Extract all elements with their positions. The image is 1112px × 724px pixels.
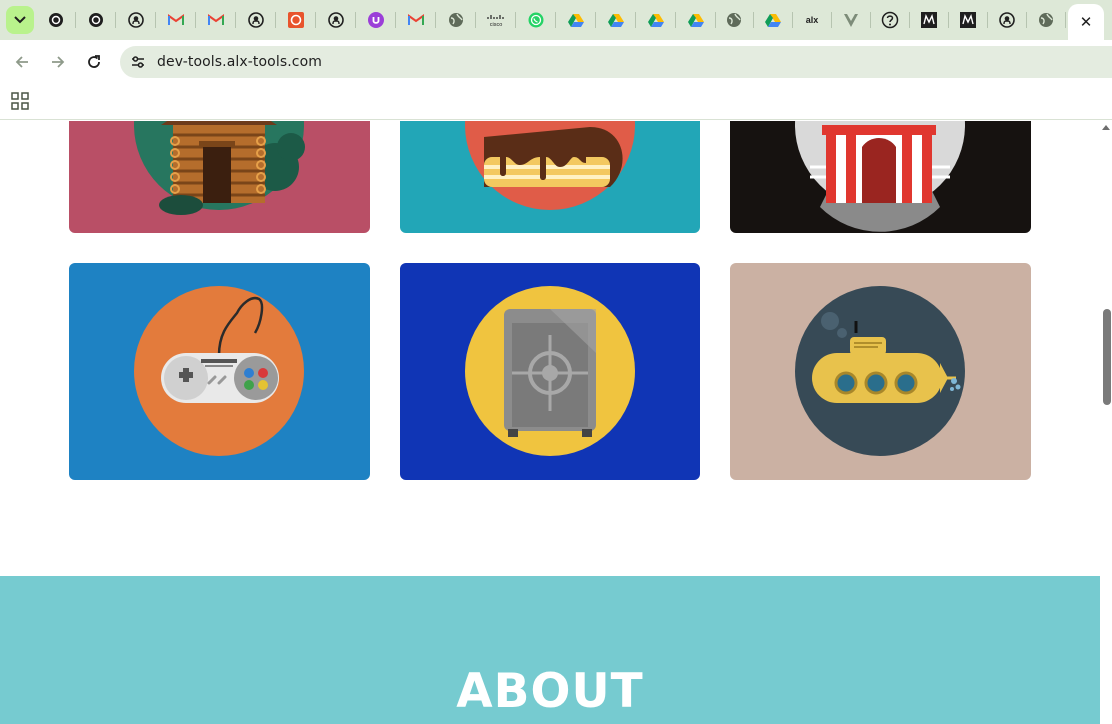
tab-globe-1[interactable]: [436, 0, 476, 40]
gmail-icon: [168, 14, 184, 25]
game-controller-illustration: [69, 263, 370, 480]
tab-medium-2[interactable]: [948, 0, 988, 40]
scroll-thumb[interactable]: [1103, 309, 1111, 405]
openai-icon: [49, 13, 63, 27]
arrow-left-icon: [15, 56, 28, 68]
medium-icon: [921, 12, 937, 28]
site-info-button[interactable]: [126, 50, 150, 74]
google-drive-icon: [688, 14, 704, 27]
cake-illustration: [400, 121, 700, 233]
tab-orange-app[interactable]: [276, 0, 316, 40]
github-icon: [128, 12, 144, 28]
google-drive-icon: [608, 14, 624, 27]
vue-like-icon: [844, 14, 858, 27]
tab-globe-2[interactable]: [714, 0, 754, 40]
page-scrollbar[interactable]: [1100, 121, 1112, 724]
openai-icon: [89, 13, 103, 27]
browser-toolbar: dev-tools.alx-tools.com: [0, 40, 1112, 84]
github-icon: [248, 12, 264, 28]
active-tab[interactable]: ✕: [1068, 4, 1104, 40]
cisco-icon: cisco: [487, 15, 504, 27]
tab-whatsapp[interactable]: [516, 0, 556, 40]
globe-icon: [449, 13, 463, 27]
back-button[interactable]: [8, 48, 36, 76]
google-drive-icon: [648, 14, 664, 27]
tab-github-1[interactable]: [116, 0, 156, 40]
reload-icon: [88, 55, 100, 68]
tab-search-button[interactable]: [6, 6, 34, 34]
tab-help[interactable]: [870, 0, 910, 40]
about-title: ABOUT: [456, 664, 644, 719]
help-icon: [881, 11, 899, 29]
tune-icon: [132, 56, 144, 68]
page-viewport: ABOUT: [0, 121, 1100, 724]
about-section: ABOUT: [0, 576, 1100, 724]
tab-globe-3[interactable]: [1026, 0, 1066, 40]
github-icon: [999, 12, 1015, 28]
close-icon[interactable]: ✕: [1080, 13, 1093, 31]
tab-medium-1[interactable]: [909, 0, 949, 40]
google-drive-icon: [568, 14, 584, 27]
tab-drive-1[interactable]: [556, 0, 596, 40]
tab-drive-3[interactable]: [636, 0, 676, 40]
svg-text:cisco: cisco: [490, 22, 503, 27]
portfolio-card-cabin[interactable]: [69, 121, 370, 233]
tab-strip: cisco alx ✕: [0, 0, 1112, 40]
cabin-illustration: [69, 121, 370, 233]
tab-openai-1[interactable]: [36, 0, 76, 40]
google-drive-icon: [765, 14, 781, 27]
address-bar[interactable]: dev-tools.alx-tools.com: [120, 46, 1112, 78]
bookmarks-bar: [0, 84, 1112, 120]
globe-icon: [1039, 13, 1053, 27]
safe-illustration: [400, 263, 700, 480]
tab-alx[interactable]: alx: [792, 0, 832, 40]
portfolio-card-game-controller[interactable]: [69, 263, 370, 480]
tab-vue-like[interactable]: [831, 0, 871, 40]
portfolio-card-submarine[interactable]: [730, 263, 1031, 480]
github-icon: [328, 12, 344, 28]
circus-tent-illustration: [730, 121, 1031, 233]
tab-drive-5[interactable]: [753, 0, 793, 40]
portfolio-card-safe[interactable]: [400, 263, 700, 480]
tab-github-2[interactable]: [236, 0, 276, 40]
svg-text:alx: alx: [806, 15, 819, 25]
gmail-icon: [208, 14, 224, 25]
chevron-down-icon: [14, 16, 26, 24]
orange-app-icon: [288, 12, 304, 28]
tab-gmail-1[interactable]: [156, 0, 196, 40]
tab-openai-2[interactable]: [76, 0, 116, 40]
purple-app-icon: [368, 12, 384, 28]
tab-github-4[interactable]: [987, 0, 1027, 40]
alx-icon: alx: [806, 15, 819, 25]
gmail-icon: [408, 14, 424, 25]
tab-drive-4[interactable]: [676, 0, 716, 40]
submarine-illustration: [730, 263, 1031, 480]
forward-button[interactable]: [44, 48, 72, 76]
scroll-up-arrow-icon[interactable]: [1102, 125, 1110, 130]
tab-drive-2[interactable]: [596, 0, 636, 40]
portfolio-card-circus[interactable]: [730, 121, 1031, 233]
whatsapp-icon: [528, 12, 544, 28]
portfolio-card-cake[interactable]: [400, 121, 700, 233]
url-text[interactable]: dev-tools.alx-tools.com: [157, 54, 322, 70]
tab-gmail-3[interactable]: [396, 0, 436, 40]
arrow-right-icon: [52, 56, 65, 68]
tab-github-3[interactable]: [316, 0, 356, 40]
reload-button[interactable]: [80, 48, 108, 76]
tab-cisco[interactable]: cisco: [476, 0, 516, 40]
globe-icon: [727, 13, 741, 27]
tab-purple-app[interactable]: [356, 0, 396, 40]
medium-icon: [960, 12, 976, 28]
tab-gmail-2[interactable]: [196, 0, 236, 40]
apps-grid-icon[interactable]: [11, 92, 29, 110]
